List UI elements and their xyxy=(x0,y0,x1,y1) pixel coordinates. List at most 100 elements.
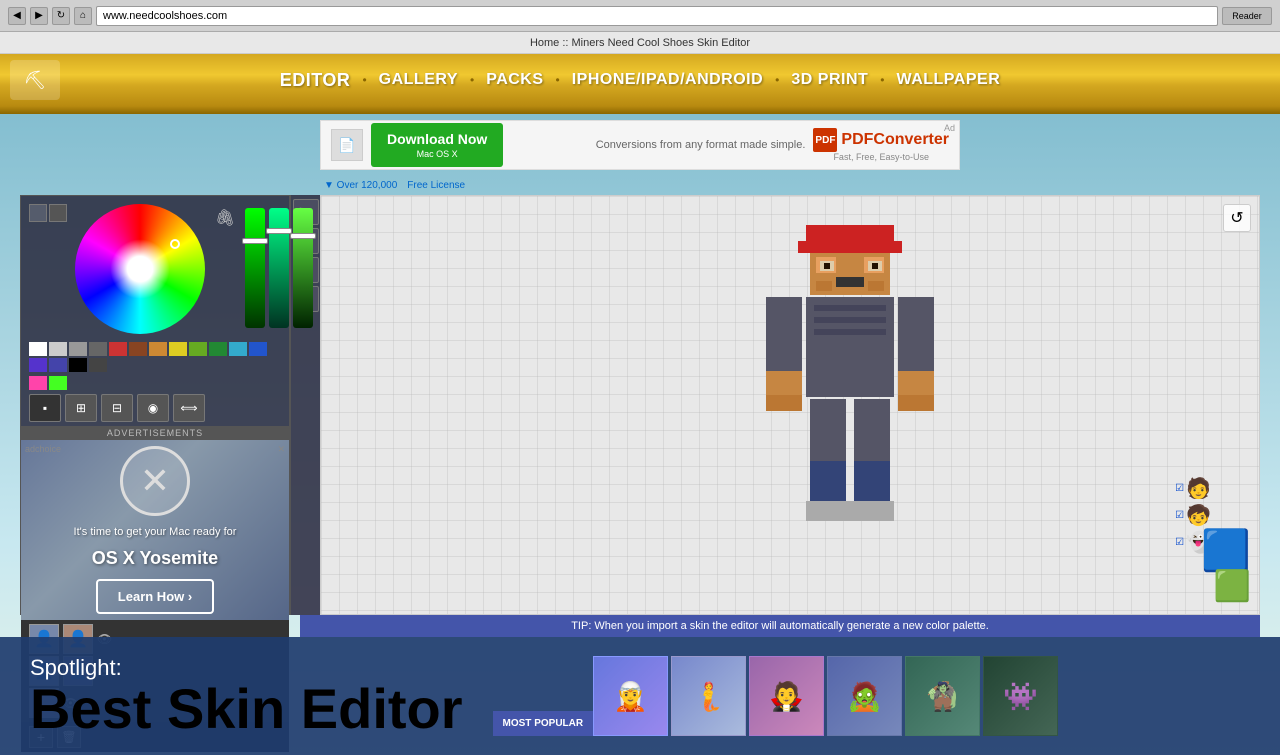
swatch-darkgreen[interactable] xyxy=(209,342,227,356)
layer-check-3[interactable]: ☑ xyxy=(1175,537,1184,548)
mask-tool-button[interactable]: ◉ xyxy=(137,394,169,422)
home-button[interactable]: ⌂ xyxy=(74,7,92,25)
download-now-button[interactable]: Download Now Mac OS X xyxy=(371,123,503,167)
swatch-white[interactable] xyxy=(29,342,47,356)
layer-icon-row-2: ☑ 🧒 xyxy=(1175,503,1211,528)
layer-check-1[interactable]: ☑ xyxy=(1175,483,1184,494)
spotlight-text-block: Spotlight: Best Skin Editor xyxy=(30,655,463,737)
swatch-gray[interactable] xyxy=(69,342,87,356)
nav-banner: ⛏ EDITOR • GALLERY • PACKS • IPHONE/IPAD… xyxy=(0,54,1280,106)
ad-logo-area: Conversions from any format made simple.… xyxy=(503,128,949,162)
editor-layout: 🖇 ✏️ xyxy=(0,195,1280,615)
reset-button[interactable]: ↺ xyxy=(1223,204,1251,232)
ad-close-button[interactable]: ✕ xyxy=(277,444,285,455)
tip-bar: TIP: When you import a skin the editor w… xyxy=(300,615,1260,637)
nav-item-editor[interactable]: EDITOR xyxy=(280,70,351,91)
ad-icon: 📄 xyxy=(331,129,363,161)
color-wheel[interactable] xyxy=(75,204,205,334)
ad-sub-text: Conversions from any format made simple. xyxy=(596,139,806,151)
swatch-pink[interactable] xyxy=(29,376,47,390)
nav-item-wallpaper[interactable]: WALLPAPER xyxy=(896,71,1000,89)
popular-skin-4[interactable]: 🧟 xyxy=(827,656,902,736)
swatch-purple[interactable] xyxy=(29,358,47,372)
left-panel: 🖇 ✏️ xyxy=(20,195,290,615)
layer-char-icon-1: 🧑 xyxy=(1186,476,1211,501)
small-grid-view-button[interactable]: ▪ xyxy=(29,394,61,422)
color-palette xyxy=(21,342,289,376)
small-green-character: 🟩 xyxy=(1214,569,1251,604)
back-button[interactable]: ◀ xyxy=(8,7,26,25)
nav-dot-3: • xyxy=(556,73,560,87)
left-ad-header: adchoice ✕ xyxy=(25,444,285,455)
swatch-black[interactable] xyxy=(69,358,87,372)
osx-product-title: OS X Yosemite xyxy=(92,548,218,569)
swatch-orange[interactable] xyxy=(149,342,167,356)
skin-thumbnails-bottom: 🧝 🧜 🧛 🧟 🧌 👾 xyxy=(593,656,1058,736)
swatch-cyan[interactable] xyxy=(229,342,247,356)
most-popular-badge: MOST POPULAR xyxy=(493,711,594,736)
popular-skin-3[interactable]: 🧛 xyxy=(749,656,824,736)
swatch-gray-bg[interactable] xyxy=(49,204,67,222)
popular-skin-6[interactable]: 👾 xyxy=(983,656,1058,736)
popular-skins-area: MOST POPULAR 🧝 🧜 🧛 🧟 🧌 👾 xyxy=(493,656,1250,736)
special-swatch-row xyxy=(21,376,289,390)
top-ad-banner: Ad 📄 Download Now Mac OS X Conversions f… xyxy=(320,120,960,170)
saturation-slider[interactable] xyxy=(269,208,289,328)
nav-dot-5: • xyxy=(880,73,884,87)
forward-button[interactable]: ▶ xyxy=(30,7,48,25)
swatch-red[interactable] xyxy=(109,342,127,356)
swatch-white-fg[interactable] xyxy=(29,204,47,222)
learn-how-button[interactable]: Learn How › xyxy=(96,579,214,614)
left-ad-bg: ✕ It's time to get your Mac ready for OS… xyxy=(21,440,289,620)
top-ad-container: Ad 📄 Download Now Mac OS X Conversions f… xyxy=(0,112,1280,193)
reader-button[interactable]: Reader xyxy=(1222,7,1272,25)
swatch-brightgreen[interactable] xyxy=(49,376,67,390)
hue-slider[interactable] xyxy=(245,208,265,328)
minecraft-character xyxy=(750,211,950,561)
osx-ready-text: It's time to get your Mac ready for xyxy=(74,526,237,538)
left-ad: adchoice ✕ ✕ It's time to get your Mac r… xyxy=(21,440,289,620)
ads-label: ADVERTISEMENTS xyxy=(21,426,289,440)
nav-dot-2: • xyxy=(470,73,474,87)
osx-x-icon: ✕ xyxy=(120,446,190,516)
reload-button[interactable]: ↻ xyxy=(52,7,70,25)
ad-label: Ad xyxy=(944,123,955,133)
swatch-green[interactable] xyxy=(189,342,207,356)
swatch-darkblue[interactable] xyxy=(49,358,67,372)
nav-item-gallery[interactable]: GALLERY xyxy=(379,71,458,89)
popular-skin-2[interactable]: 🧜 xyxy=(671,656,746,736)
color-picker-area: 🖇 ✏️ xyxy=(21,196,289,342)
transform-button[interactable]: ⟺ xyxy=(173,394,205,422)
canvas-area[interactable]: ↺ xyxy=(320,195,1260,615)
bright-slider-handle[interactable] xyxy=(290,233,316,239)
layer-check-2[interactable]: ☑ xyxy=(1175,510,1184,521)
swatch-lightgray[interactable] xyxy=(49,342,67,356)
swatch-yellow[interactable] xyxy=(169,342,187,356)
small-swatches xyxy=(29,204,67,334)
tab-bar: Home :: Miners Need Cool Shoes Skin Edit… xyxy=(0,32,1280,54)
popular-skin-5[interactable]: 🧌 xyxy=(905,656,980,736)
main-title: Best Skin Editor xyxy=(30,681,463,737)
swatch-verydark[interactable] xyxy=(89,358,107,372)
pdf-converter-logo: PDF PDFConverter Fast, Free, Easy-to-Use xyxy=(813,128,949,162)
grid-view-button[interactable]: ⊞ xyxy=(65,394,97,422)
url-bar[interactable]: www.needcoolshoes.com xyxy=(96,6,1218,26)
popular-skin-1[interactable]: 🧝 xyxy=(593,656,668,736)
nav-dot-1: • xyxy=(362,73,366,87)
tool-row: ▪ ⊞ ⊟ ◉ ⟺ xyxy=(21,390,289,426)
swatch-darkgray[interactable] xyxy=(89,342,107,356)
site-wrapper: ⛏ EDITOR • GALLERY • PACKS • IPHONE/IPAD… xyxy=(0,54,1280,755)
nav-item-mobile[interactable]: IPHONE/IPAD/ANDROID xyxy=(572,71,763,89)
hue-slider-handle[interactable] xyxy=(242,238,268,244)
nav-item-packs[interactable]: PACKS xyxy=(486,71,543,89)
sat-slider-handle[interactable] xyxy=(266,228,292,234)
large-grid-view-button[interactable]: ⊟ xyxy=(101,394,133,422)
download-count-link[interactable]: ▼ Over 120,000 xyxy=(324,180,397,191)
bottom-overlay: Spotlight: Best Skin Editor MOST POPULAR… xyxy=(0,637,1280,755)
nav-item-3dprint[interactable]: 3D PRINT xyxy=(791,71,868,89)
swatch-blue[interactable] xyxy=(249,342,267,356)
free-license-link[interactable]: Free License xyxy=(407,180,465,191)
eyedropper-icon[interactable]: 🖇 xyxy=(211,204,239,334)
swatch-brown[interactable] xyxy=(129,342,147,356)
brightness-slider[interactable] xyxy=(293,208,313,328)
